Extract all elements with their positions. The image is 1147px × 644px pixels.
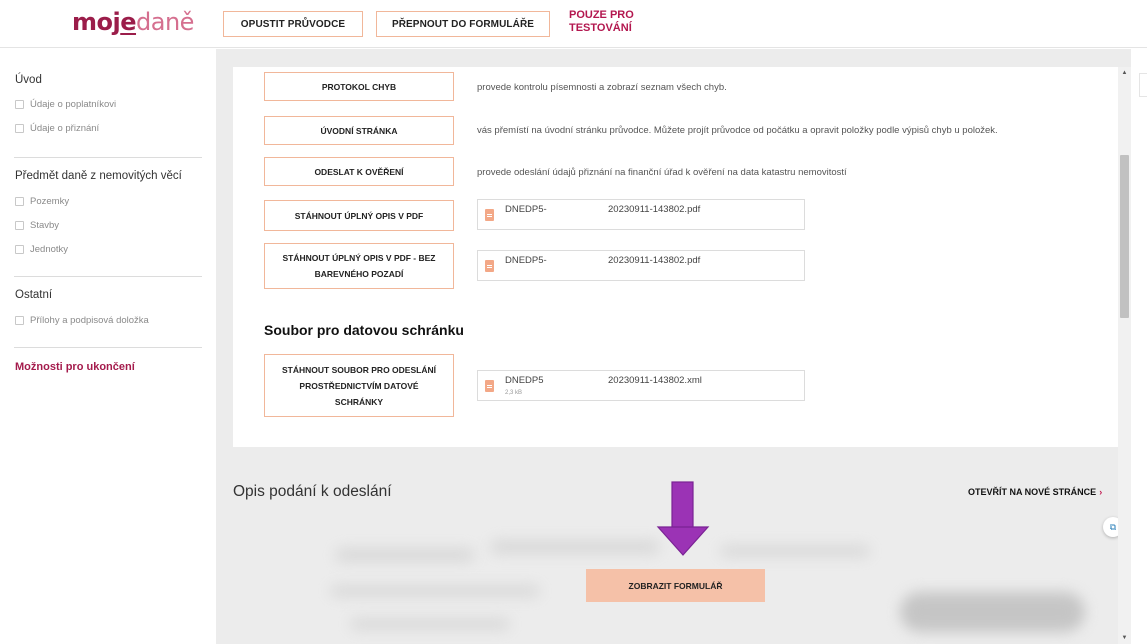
blurred-preview-block [900, 592, 1085, 632]
checkbox-icon [15, 124, 24, 133]
button-label-line-2: PROSTŘEDNICTVÍM DATOVÉ [299, 380, 419, 391]
send-for-verification-button[interactable]: ODESLAT K OVĚŘENÍ [264, 157, 454, 186]
scrollbar-thumb[interactable] [1120, 155, 1129, 318]
sidebar-item-units[interactable]: Jednotky [15, 244, 68, 255]
scroll-up-arrow-icon[interactable]: ▲ [1118, 67, 1131, 79]
testing-only-label: POUZE PRO TESTOVÁNÍ [569, 9, 659, 35]
checkbox-icon [15, 100, 24, 109]
blurred-preview-block [330, 585, 540, 597]
sidebar-item-buildings[interactable]: Stavby [15, 220, 59, 231]
sidebar-item-label: Pozemky [30, 196, 70, 207]
sidebar-item-label: Údaje o přiznání [30, 123, 100, 134]
sidebar-section-property[interactable]: Předmět daně z nemovitých věcí [15, 170, 182, 182]
side-panel-tab[interactable] [1139, 73, 1147, 97]
show-form-button[interactable]: ZOBRAZIT FORMULÁŘ [586, 569, 765, 602]
blurred-preview-block [490, 540, 660, 554]
sidebar-divider [14, 157, 202, 158]
xml-file-link[interactable]: DNEDP5 20230911-143802.xml 2,3 kB [477, 370, 805, 401]
open-in-new-page-link[interactable]: OTEVŘÍT NA NOVÉ STRÁNCE › [968, 487, 1102, 497]
sidebar-item-finish-options[interactable]: Možnosti pro ukončení [15, 361, 135, 373]
scroll-down-arrow-icon[interactable]: ▼ [1118, 632, 1131, 644]
checkbox-icon [15, 245, 24, 254]
testing-label-line-2: TESTOVÁNÍ [569, 22, 632, 34]
sidebar-item-label: Jednotky [30, 244, 69, 255]
sidebar-item-label: Údaje o poplatníkovi [30, 99, 117, 110]
send-for-verification-description: provede odeslání údajů přiznání na finan… [477, 167, 847, 178]
checkbox-icon [15, 316, 24, 325]
file-name: DNEDP5- [505, 204, 547, 215]
sidebar-section-other[interactable]: Ostatní [15, 289, 52, 301]
vertical-scrollbar[interactable] [1118, 67, 1131, 644]
pdf-no-background-file-link[interactable]: DNEDP5- 20230911-143802.pdf [477, 250, 805, 281]
button-label-line-1: STÁHNOUT ÚPLNÝ OPIS V PDF - BEZ [282, 253, 436, 263]
download-databox-file-button[interactable]: STÁHNOUT SOUBOR PRO ODESLÁNÍ PROSTŘEDNIC… [264, 354, 454, 417]
databox-section-title: Soubor pro datovou schránku [264, 322, 464, 338]
logo-part-3: daně [136, 8, 194, 36]
blurred-preview-block [335, 548, 475, 562]
preview-title: Opis podání k odeslání [233, 483, 392, 500]
file-date: 20230911-143802.pdf [608, 255, 701, 266]
download-pdf-no-background-button[interactable]: STÁHNOUT ÚPLNÝ OPIS V PDF - BEZ BAREVNÉH… [264, 243, 454, 289]
blurred-preview-block [720, 545, 870, 557]
sidebar-item-taxpayer[interactable]: Údaje o poplatníkovi [15, 99, 116, 110]
error-log-button[interactable]: PROTOKOL CHYB [264, 72, 454, 101]
sidebar-item-label: Stavby [30, 220, 60, 231]
home-page-button[interactable]: ÚVODNÍ STRÁNKA [264, 116, 454, 145]
chevron-right-icon: › [1099, 487, 1103, 497]
switch-to-form-button[interactable]: PŘEPNOUT DO FORMULÁŘE [376, 11, 550, 37]
file-icon [485, 209, 494, 221]
sidebar-divider [14, 276, 202, 277]
leave-guide-button[interactable]: OPUSTIT PRŮVODCE [223, 11, 363, 37]
sidebar-item-attachments[interactable]: Přílohy a podpisová doložka [15, 315, 149, 326]
file-icon [485, 380, 494, 392]
pdf-file-link[interactable]: DNEDP5- 20230911-143802.pdf [477, 199, 805, 230]
button-label-line-2: BAREVNÉHO POZADÍ [314, 269, 404, 279]
logo-part-2: e [120, 8, 137, 36]
blurred-preview-block [350, 618, 510, 630]
right-edge-strip [1131, 49, 1147, 644]
checkbox-icon [15, 197, 24, 206]
file-size: 2,3 kB [505, 390, 523, 396]
logo-part-1: moj [72, 8, 121, 36]
top-header: mojedaně OPUSTIT PRŮVODCE PŘEPNOUT DO FO… [0, 0, 1147, 48]
testing-label-line-1: POUZE PRO [569, 9, 634, 21]
file-date: 20230911-143802.xml [608, 375, 702, 386]
sidebar-divider [14, 347, 202, 348]
open-link-label: OTEVŘÍT NA NOVÉ STRÁNCE [968, 487, 1097, 497]
file-name: DNEDP5 [505, 375, 544, 386]
checkbox-icon [15, 221, 24, 230]
sidebar-section-uvod[interactable]: Úvod [15, 74, 42, 86]
file-date: 20230911-143802.pdf [608, 204, 701, 215]
sidebar-item-return-data[interactable]: Údaje o přiznání [15, 123, 99, 134]
button-label-line-3: SCHRÁNKY [334, 396, 384, 407]
file-name: DNEDP5- [505, 255, 547, 266]
down-arrow-annotation [656, 481, 710, 556]
file-icon [485, 260, 494, 272]
button-label-line-1: STÁHNOUT SOUBOR PRO ODESLÁNÍ [282, 364, 436, 375]
sidebar-item-land[interactable]: Pozemky [15, 196, 69, 207]
sidebar-item-label: Přílohy a podpisová doložka [30, 315, 149, 326]
home-page-description: vás přemístí na úvodní stránku průvodce.… [477, 125, 998, 136]
mojedane-logo[interactable]: mojedaně [72, 8, 194, 36]
error-log-description: provede kontrolu písemnosti a zobrazí se… [477, 82, 727, 93]
download-pdf-button[interactable]: STÁHNOUT ÚPLNÝ OPIS V PDF [264, 200, 454, 231]
